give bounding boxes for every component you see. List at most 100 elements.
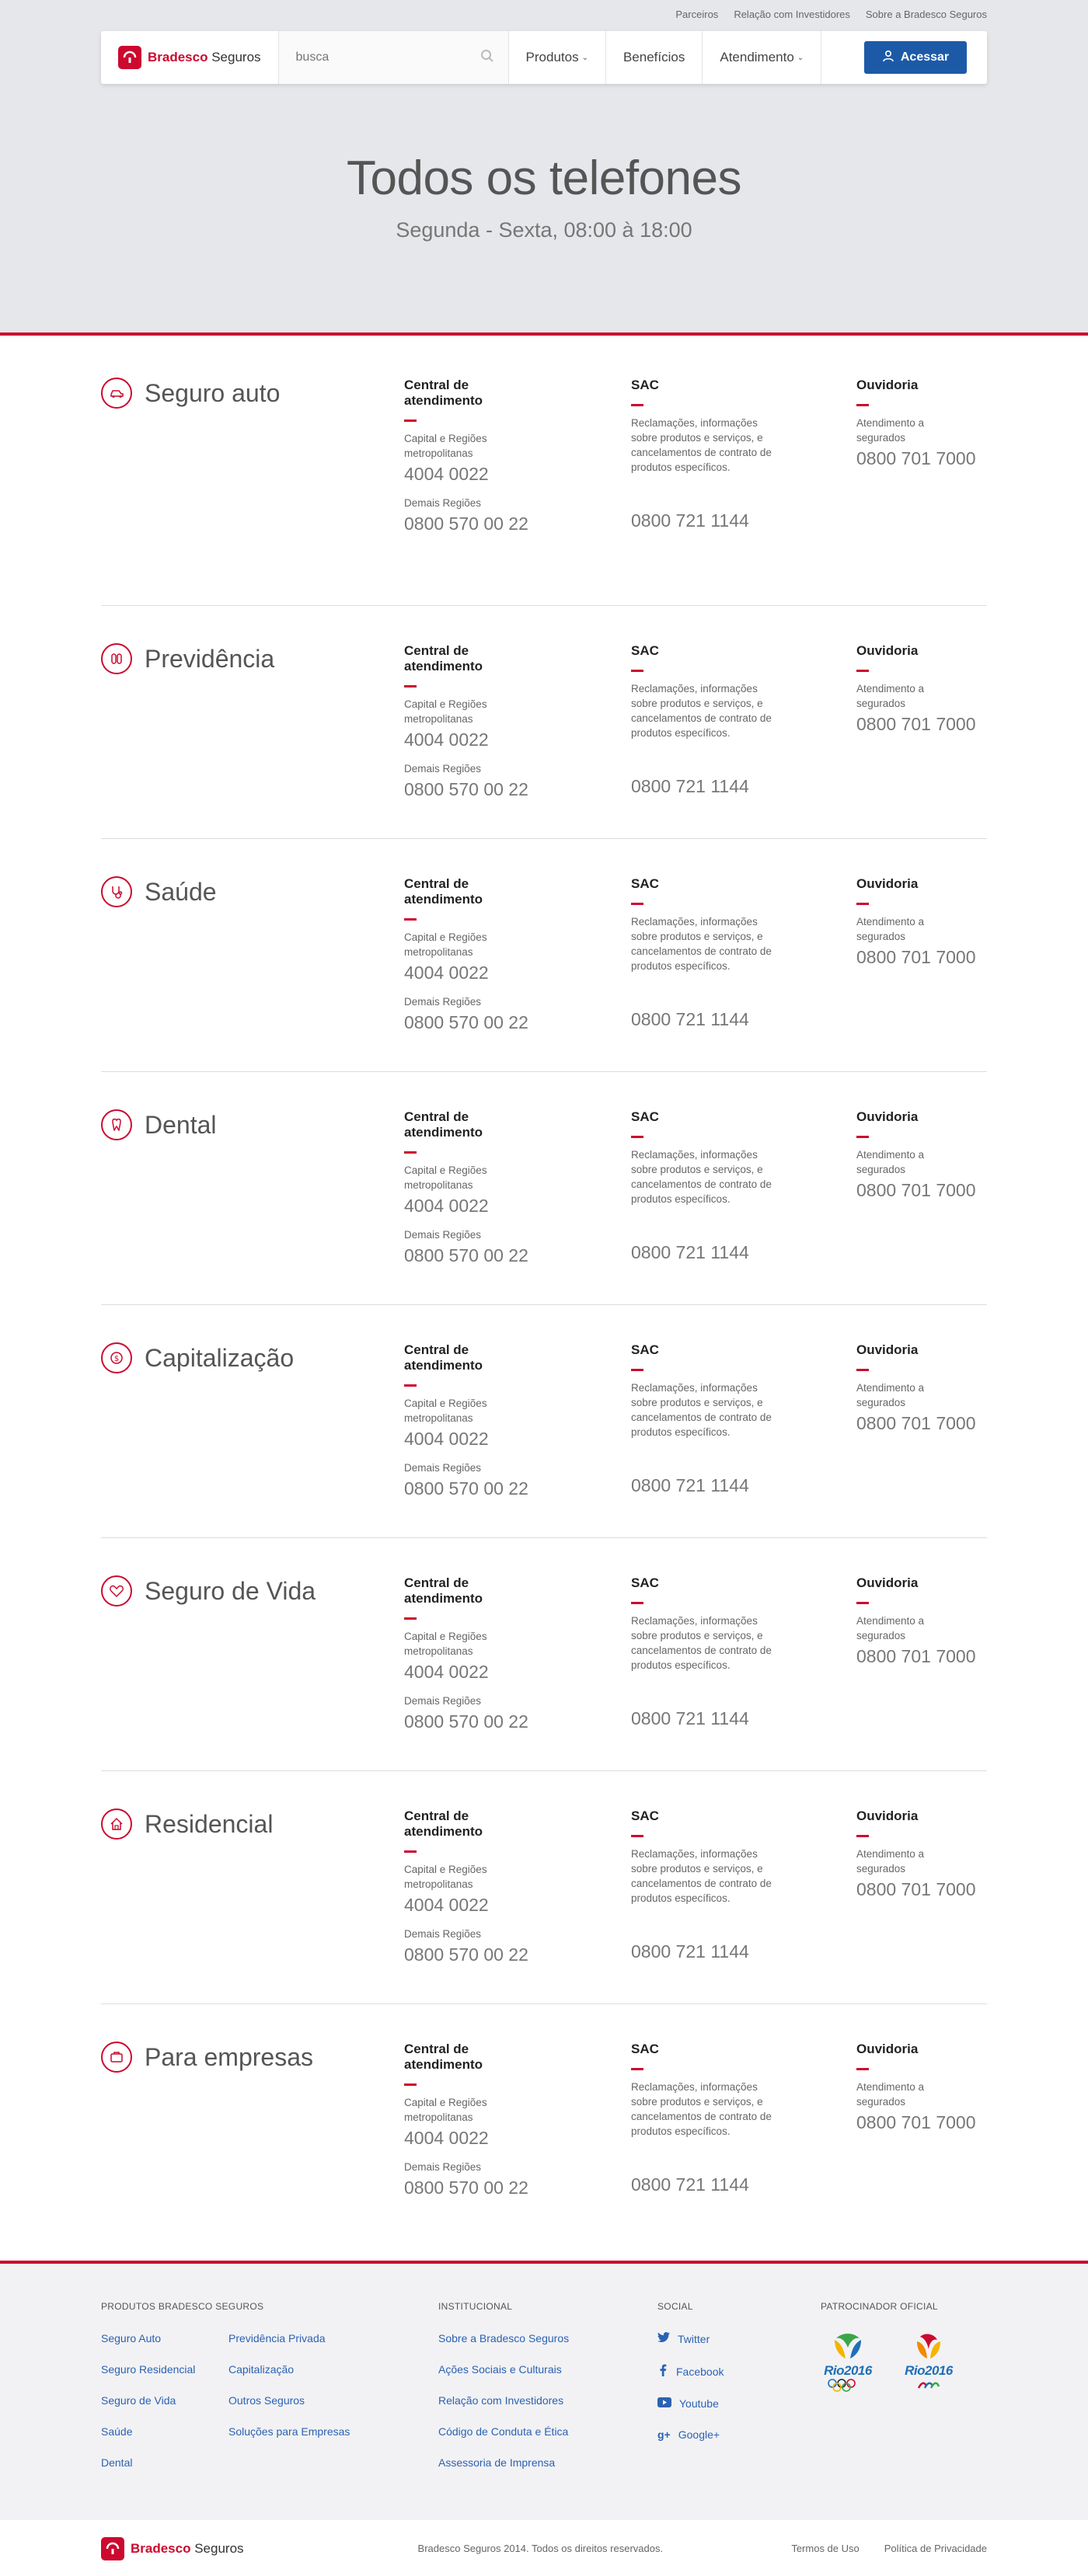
capital-phone[interactable]: 4004 0022 bbox=[404, 1429, 631, 1450]
ouvidoria-phone[interactable]: 0800 701 7000 bbox=[856, 1879, 985, 1900]
red-dash bbox=[631, 670, 643, 672]
heart-icon bbox=[101, 1575, 132, 1607]
ouvidoria-description: Atendimento a segurados bbox=[856, 1615, 925, 1641]
central-column: Central de atendimento Capital e Regiões… bbox=[404, 1342, 631, 1537]
red-dash bbox=[404, 1850, 417, 1853]
sac-title: SAC bbox=[631, 378, 659, 392]
logo[interactable]: Bradesco Seguros bbox=[101, 31, 279, 84]
footer-product-link[interactable]: Capitalização bbox=[228, 2363, 350, 2376]
footer-product-link[interactable]: Soluções para Empresas bbox=[228, 2425, 350, 2438]
demais-phone[interactable]: 0800 570 00 22 bbox=[404, 2177, 631, 2198]
footer-product-link[interactable]: Seguro de Vida bbox=[101, 2394, 228, 2407]
top-link-parceiros[interactable]: Parceiros bbox=[675, 9, 718, 20]
demais-phone[interactable]: 0800 570 00 22 bbox=[404, 1478, 631, 1499]
capital-phone[interactable]: 4004 0022 bbox=[404, 1895, 631, 1916]
sac-description: Reclamações, informações sobre produtos … bbox=[631, 1615, 772, 1671]
search-input[interactable] bbox=[295, 50, 480, 64]
top-link-investidores[interactable]: Relação com Investidores bbox=[734, 9, 850, 20]
menu-atendimento[interactable]: Atendimento ⌄ bbox=[703, 31, 822, 84]
red-dash bbox=[631, 1136, 643, 1138]
footer-institutional-link[interactable]: Relação com Investidores bbox=[438, 2394, 657, 2407]
ouvidoria-title: Ouvidoria bbox=[856, 1808, 919, 1823]
ouvidoria-phone[interactable]: 0800 701 7000 bbox=[856, 2112, 985, 2133]
sac-phone[interactable]: 0800 721 1144 bbox=[631, 2174, 856, 2195]
footer-product-link[interactable]: Dental bbox=[101, 2456, 228, 2469]
ouvidoria-phone[interactable]: 0800 701 7000 bbox=[856, 714, 985, 735]
demais-phone[interactable]: 0800 570 00 22 bbox=[404, 1711, 631, 1732]
googleplus-link[interactable]: g+ Google+ bbox=[657, 2428, 821, 2441]
central-title: Central de atendimento bbox=[404, 1342, 483, 1373]
demais-phone[interactable]: 0800 570 00 22 bbox=[404, 779, 631, 800]
sac-phone[interactable]: 0800 721 1144 bbox=[631, 776, 856, 797]
capital-phone[interactable]: 4004 0022 bbox=[404, 729, 631, 750]
footer-patrocinador-title: Patrocinador Oficial bbox=[821, 2301, 938, 2312]
capital-phone[interactable]: 4004 0022 bbox=[404, 963, 631, 983]
section-title: Capitalização bbox=[145, 1344, 295, 1372]
ouvidoria-column: Ouvidoria Atendimento a segurados 0800 7… bbox=[856, 1109, 985, 1304]
section-header: Seguro auto bbox=[101, 378, 404, 605]
capital-phone[interactable]: 4004 0022 bbox=[404, 1662, 631, 1683]
sac-phone[interactable]: 0800 721 1144 bbox=[631, 1475, 856, 1496]
briefcase-icon bbox=[101, 2042, 132, 2073]
footer-social: Social Twitter Facebook Youtube g+ Googl… bbox=[657, 2301, 821, 2469]
footer-institucional: Institucional Sobre a Bradesco Seguros Aç… bbox=[438, 2301, 657, 2469]
menu-beneficios[interactable]: Benefícios bbox=[606, 31, 703, 84]
sac-phone[interactable]: 0800 721 1144 bbox=[631, 1941, 856, 1962]
rio2016-olympic-logo: Rio2016 bbox=[821, 2332, 875, 2393]
ouvidoria-phone[interactable]: 0800 701 7000 bbox=[856, 1646, 985, 1667]
ouvidoria-phone[interactable]: 0800 701 7000 bbox=[856, 448, 985, 469]
capital-phone[interactable]: 4004 0022 bbox=[404, 464, 631, 485]
ouvidoria-phone[interactable]: 0800 701 7000 bbox=[856, 1180, 985, 1201]
demais-phone[interactable]: 0800 570 00 22 bbox=[404, 1012, 631, 1033]
section-header: Saúde bbox=[101, 876, 404, 1071]
ouvidoria-column: Ouvidoria Atendimento a segurados 0800 7… bbox=[856, 1575, 985, 1770]
footer-product-link[interactable]: Previdência Privada bbox=[228, 2332, 350, 2345]
capital-phone[interactable]: 4004 0022 bbox=[404, 1196, 631, 1217]
top-link-sobre[interactable]: Sobre a Bradesco Seguros bbox=[866, 9, 987, 20]
twitter-link[interactable]: Twitter bbox=[657, 2332, 821, 2345]
capital-label: Capital e Regiões metropolitanas bbox=[404, 1631, 487, 1657]
ouvidoria-phone[interactable]: 0800 701 7000 bbox=[856, 1413, 985, 1434]
footer-patrocinador: Patrocinador Oficial Rio2016 bbox=[821, 2301, 987, 2469]
demais-phone[interactable]: 0800 570 00 22 bbox=[404, 1245, 631, 1266]
sac-phone[interactable]: 0800 721 1144 bbox=[631, 1242, 856, 1263]
brand-name: Bradesco Seguros bbox=[131, 2540, 244, 2556]
footer-institutional-link[interactable]: Ações Sociais e Culturais bbox=[438, 2363, 657, 2376]
termos-link[interactable]: Termos de Uso bbox=[791, 2543, 859, 2554]
acessar-button[interactable]: Acessar bbox=[864, 41, 967, 74]
footer-product-link[interactable]: Saúde bbox=[101, 2425, 228, 2438]
sac-phone[interactable]: 0800 721 1144 bbox=[631, 1009, 856, 1030]
ouvidoria-phone[interactable]: 0800 701 7000 bbox=[856, 947, 985, 968]
footer-product-link[interactable]: Outros Seguros bbox=[228, 2394, 350, 2407]
red-dash bbox=[404, 1617, 417, 1620]
search-icon[interactable] bbox=[480, 49, 494, 67]
facebook-link[interactable]: Facebook bbox=[657, 2364, 821, 2379]
youtube-link[interactable]: Youtube bbox=[657, 2397, 821, 2410]
menu-produtos[interactable]: Produtos ⌄ bbox=[509, 31, 606, 84]
sac-phone[interactable]: 0800 721 1144 bbox=[631, 510, 856, 531]
demais-phone[interactable]: 0800 570 00 22 bbox=[404, 1944, 631, 1965]
red-dash bbox=[856, 1835, 869, 1837]
section-header: Para empresas bbox=[101, 2042, 404, 2237]
ouvidoria-title: Ouvidoria bbox=[856, 1109, 919, 1124]
demais-phone[interactable]: 0800 570 00 22 bbox=[404, 513, 631, 534]
red-dash bbox=[631, 1835, 643, 1837]
section-header: Seguro de Vida bbox=[101, 1575, 404, 1770]
footer-institutional-link[interactable]: Sobre a Bradesco Seguros bbox=[438, 2332, 657, 2345]
footer-institutional-link[interactable]: Assessoria de Imprensa bbox=[438, 2456, 657, 2469]
coin-icon: $ bbox=[101, 1342, 132, 1373]
privacidade-link[interactable]: Política de Privacidade bbox=[884, 2543, 987, 2554]
sac-phone[interactable]: 0800 721 1144 bbox=[631, 1708, 856, 1729]
sac-title: SAC bbox=[631, 2042, 659, 2056]
footer-institutional-link[interactable]: Código de Conduta e Ética bbox=[438, 2425, 657, 2438]
sac-title: SAC bbox=[631, 1808, 659, 1823]
footer-product-link[interactable]: Seguro Auto bbox=[101, 2332, 228, 2345]
sac-column: SAC Reclamações, informações sobre produ… bbox=[631, 378, 856, 605]
footer-logo[interactable]: Bradesco Seguros bbox=[101, 2521, 244, 2576]
central-column: Central de atendimento Capital e Regiões… bbox=[404, 2042, 631, 2237]
sac-description: Reclamações, informações sobre produtos … bbox=[631, 916, 772, 972]
capital-label: Capital e Regiões metropolitanas bbox=[404, 1864, 487, 1890]
capital-label: Capital e Regiões metropolitanas bbox=[404, 698, 487, 725]
capital-phone[interactable]: 4004 0022 bbox=[404, 2128, 631, 2149]
footer-product-link[interactable]: Seguro Residencial bbox=[101, 2363, 228, 2376]
